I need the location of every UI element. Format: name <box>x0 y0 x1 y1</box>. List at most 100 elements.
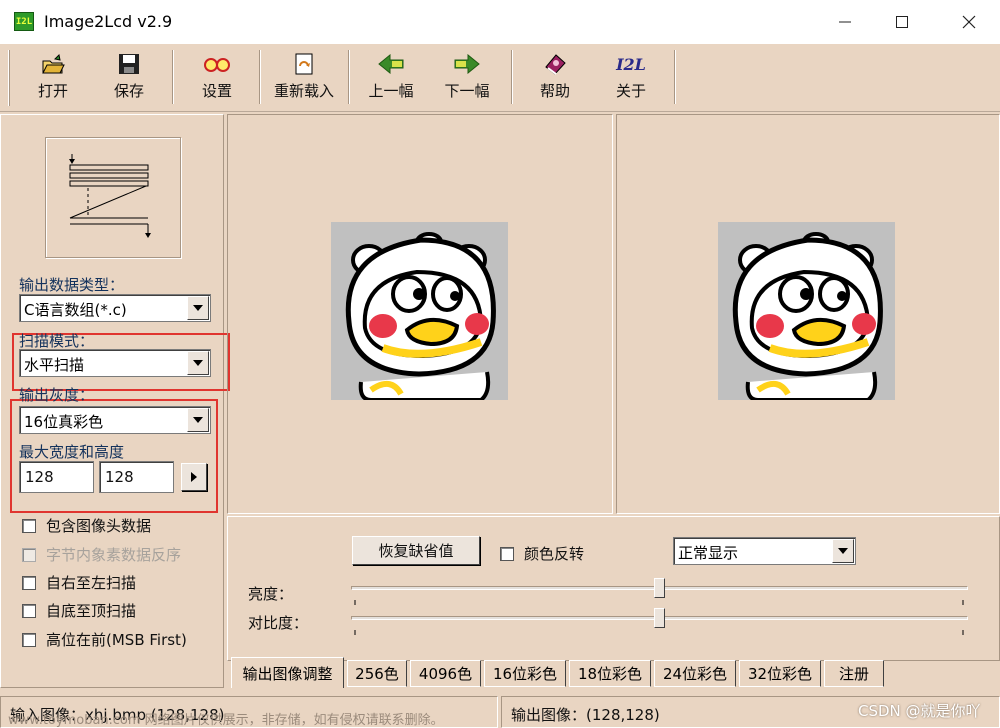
checkbox-label: 自右至左扫描 <box>46 574 137 592</box>
play-arrow-icon <box>191 472 197 482</box>
help-label: 帮助 <box>539 82 570 100</box>
close-button[interactable] <box>940 0 998 44</box>
settings-button[interactable]: 设置 <box>186 50 248 106</box>
toolbar-grip[interactable] <box>8 50 10 106</box>
checkbox-box[interactable] <box>22 632 36 647</box>
output-type-select[interactable]: C语言数组(*.c) <box>19 294 211 322</box>
about-logo-icon: I2L <box>616 54 646 74</box>
brightness-slider-thumb[interactable] <box>654 578 665 598</box>
display-mode-select[interactable]: 正常显示 <box>673 537 856 565</box>
gray-label: 输出灰度： <box>19 386 95 404</box>
checkbox-box[interactable] <box>22 603 36 618</box>
about-label: 关于 <box>615 82 646 100</box>
toolbar-separator <box>511 50 513 104</box>
invert-color-label: 颜色反转 <box>524 545 585 563</box>
save-label: 保存 <box>113 82 144 100</box>
minimize-icon <box>839 21 851 23</box>
minimize-button[interactable] <box>816 0 874 44</box>
dropdown-button[interactable] <box>832 539 854 563</box>
checkbox-msb-first[interactable]: 高位在前(MSB First) <box>22 629 187 650</box>
open-button[interactable]: 打开 <box>22 50 84 106</box>
tab-32bit-color[interactable]: 32位彩色 <box>739 660 821 687</box>
restore-defaults-button[interactable]: 恢复缺省值 <box>352 536 480 565</box>
tab-output-adjust[interactable]: 输出图像调整 <box>231 657 344 688</box>
max-height-value: 128 <box>105 468 134 486</box>
dropdown-button[interactable] <box>187 351 209 375</box>
tab-16bit-color[interactable]: 16位彩色 <box>484 660 566 687</box>
scan-direction-preview <box>45 137 181 258</box>
max-width-value: 128 <box>25 468 54 486</box>
checkbox-box[interactable] <box>500 546 514 561</box>
checkbox-label: 高位在前(MSB First) <box>46 631 187 649</box>
toolbar-separator <box>348 50 350 104</box>
arrow-right-icon <box>454 52 480 76</box>
save-disk-icon <box>116 52 142 76</box>
scan-mode-select[interactable]: 水平扫描 <box>19 349 211 377</box>
brightness-label: 亮度： <box>248 585 294 603</box>
output-image-penguin <box>718 222 895 400</box>
app-icon: I2L <box>14 12 34 31</box>
scan-mode-value: 水平扫描 <box>24 356 85 374</box>
output-type-label: 输出数据类型： <box>19 276 125 294</box>
checkbox-reverse-pixels[interactable]: 字节内象素数据反序 <box>22 544 181 565</box>
toolbar-separator <box>674 50 676 104</box>
scan-mode-label: 扫描模式： <box>19 332 95 350</box>
apply-size-button[interactable] <box>181 463 207 491</box>
help-book-icon <box>542 52 568 76</box>
tab-register[interactable]: 注册 <box>824 660 884 687</box>
checkbox-box[interactable] <box>22 518 36 533</box>
next-image-label: 下一幅 <box>444 82 490 100</box>
glasses-icon <box>204 52 230 76</box>
previous-image-button[interactable]: 上一幅 <box>360 50 422 106</box>
display-mode-value: 正常显示 <box>678 544 739 562</box>
max-height-input[interactable]: 128 <box>99 461 174 493</box>
checkbox-right-to-left[interactable]: 自右至左扫描 <box>22 572 136 593</box>
checkbox-box[interactable] <box>22 575 36 590</box>
csdn-watermark: CSDN @就是你吖 <box>858 702 981 720</box>
max-width-input[interactable]: 128 <box>19 461 94 493</box>
checkbox-bottom-to-top[interactable]: 自底至顶扫描 <box>22 600 136 621</box>
save-button[interactable]: 保存 <box>98 50 160 106</box>
help-button[interactable]: 帮助 <box>524 50 586 106</box>
next-image-button[interactable]: 下一幅 <box>436 50 498 106</box>
chevron-down-icon <box>193 417 203 423</box>
window-title: Image2Lcd v2.9 <box>44 12 173 31</box>
toolbar-separator <box>172 50 174 104</box>
gray-select[interactable]: 16位真彩色 <box>19 406 211 434</box>
reload-label: 重新载入 <box>273 82 334 100</box>
checkbox-include-header[interactable]: 包含图像头数据 <box>22 515 151 536</box>
settings-label: 设置 <box>201 82 232 100</box>
chevron-down-icon <box>193 360 203 366</box>
close-icon <box>962 15 976 29</box>
checkbox-label: 包含图像头数据 <box>46 517 152 535</box>
tab-256-color[interactable]: 256色 <box>347 660 407 687</box>
chevron-down-icon <box>838 548 848 554</box>
dropdown-button[interactable] <box>187 296 209 320</box>
arrow-left-icon <box>378 52 404 76</box>
gray-value: 16位真彩色 <box>24 413 104 431</box>
reload-button[interactable]: 重新载入 <box>266 50 342 106</box>
open-folder-icon <box>40 52 66 76</box>
checkbox-box[interactable] <box>22 547 36 562</box>
max-size-label: 最大宽度和高度 <box>19 443 125 461</box>
contrast-label: 对比度： <box>248 614 309 632</box>
slider-tick-marks <box>354 600 964 635</box>
checkbox-invert-color[interactable]: 颜色反转 <box>500 543 584 564</box>
output-type-value: C语言数组(*.c) <box>24 301 127 319</box>
tab-4096-color[interactable]: 4096色 <box>410 660 481 687</box>
input-image-penguin <box>331 222 508 400</box>
chevron-down-icon <box>193 305 203 311</box>
checkbox-label: 字节内象素数据反序 <box>46 546 182 564</box>
open-label: 打开 <box>37 82 68 100</box>
checkbox-label: 自底至顶扫描 <box>46 602 137 620</box>
watermark-text: www.toymoban.com 网络图片仅供展示，非存储，如有侵权请联系删除。 <box>8 713 444 728</box>
about-button[interactable]: I2L 关于 <box>600 50 662 106</box>
maximize-icon <box>896 16 908 28</box>
reload-document-icon <box>291 52 317 76</box>
maximize-button[interactable] <box>873 0 931 44</box>
dropdown-button[interactable] <box>187 408 209 432</box>
tab-24bit-color[interactable]: 24位彩色 <box>654 660 736 687</box>
scan-direction-diagram-icon <box>69 154 151 238</box>
tab-18bit-color[interactable]: 18位彩色 <box>569 660 651 687</box>
toolbar-separator <box>259 50 261 104</box>
